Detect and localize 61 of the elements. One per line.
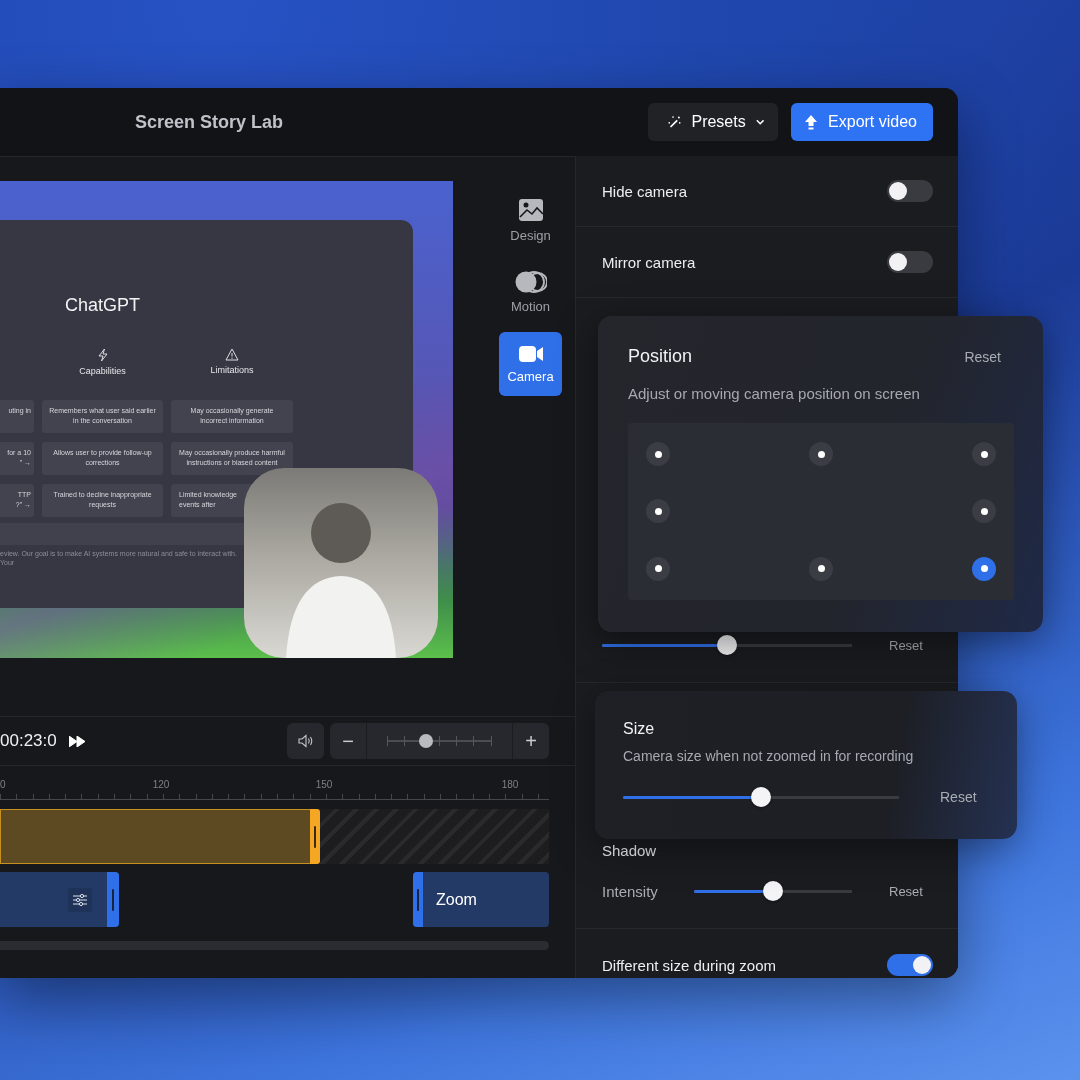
position-option[interactable] bbox=[972, 499, 996, 523]
setting-label: Mirror camera bbox=[602, 253, 696, 271]
side-tab[interactable]: Design bbox=[499, 188, 562, 252]
ruler-label: 120 bbox=[152, 779, 170, 790]
warning-icon bbox=[225, 348, 239, 361]
playback-time: 00:23:0 bbox=[0, 731, 57, 751]
upload-arrow-icon bbox=[804, 114, 819, 130]
segment-handle[interactable] bbox=[413, 872, 423, 927]
magic-wand-icon bbox=[668, 114, 682, 130]
segment-label: Zoom bbox=[436, 890, 477, 909]
column-heading: Capabilities bbox=[79, 366, 126, 376]
position-option[interactable] bbox=[646, 442, 670, 466]
volume-button[interactable] bbox=[287, 723, 324, 759]
card-title: Size bbox=[623, 719, 656, 739]
section-heading: Shadow bbox=[601, 841, 658, 861]
position-option[interactable] bbox=[809, 442, 833, 466]
slider-thumb[interactable] bbox=[717, 635, 737, 655]
export-video-button[interactable]: Export video bbox=[791, 103, 933, 141]
segment-settings-button[interactable] bbox=[68, 887, 92, 912]
position-option[interactable] bbox=[809, 556, 833, 581]
app-title: Screen Story Lab bbox=[135, 111, 284, 133]
video-camera-icon bbox=[517, 344, 544, 363]
reset-link[interactable]: Reset bbox=[889, 637, 923, 653]
speaker-icon bbox=[297, 734, 314, 748]
card-title: Position bbox=[628, 346, 693, 367]
clip-handle[interactable] bbox=[310, 809, 320, 864]
reset-link[interactable]: Reset bbox=[889, 883, 923, 899]
reset-link[interactable]: Reset bbox=[964, 348, 1001, 365]
card-description: Adjust or moving camera position on screen bbox=[628, 385, 921, 402]
zoom-out-button[interactable]: − bbox=[330, 723, 366, 759]
ruler-label: 0 bbox=[0, 779, 6, 790]
chevron-down-icon bbox=[755, 119, 765, 125]
position-option[interactable] bbox=[646, 499, 670, 523]
sliders-icon bbox=[73, 893, 87, 906]
ruler-label: 150 bbox=[315, 779, 333, 790]
setting-label: Hide camera bbox=[602, 182, 688, 200]
segment-handle[interactable] bbox=[107, 872, 119, 927]
setting-label: Different size during zoom bbox=[602, 956, 776, 974]
side-tab[interactable]: Camera bbox=[499, 332, 562, 396]
position-option[interactable] bbox=[646, 556, 670, 581]
zoom-in-button[interactable]: + bbox=[513, 723, 549, 759]
column-heading: Limitations bbox=[210, 365, 254, 375]
fast-forward-icon bbox=[68, 735, 86, 747]
slide-title: ChatGPT bbox=[64, 294, 141, 317]
intensity-label: Intensity bbox=[602, 882, 659, 900]
image-icon bbox=[517, 197, 544, 222]
toggle-switch[interactable] bbox=[887, 954, 933, 976]
slider-thumb[interactable] bbox=[419, 734, 433, 748]
presets-button[interactable]: Presets bbox=[648, 103, 779, 141]
card-description: Camera size when not zoomed in for recording bbox=[623, 748, 915, 764]
position-option[interactable] bbox=[972, 556, 996, 581]
reset-link[interactable]: Reset bbox=[940, 789, 977, 805]
position-option[interactable] bbox=[972, 442, 996, 466]
circles-icon bbox=[514, 270, 547, 293]
lightning-icon bbox=[96, 348, 109, 362]
toggle-switch[interactable] bbox=[887, 180, 933, 202]
slider-thumb[interactable] bbox=[763, 881, 783, 901]
toggle-switch[interactable] bbox=[887, 251, 933, 273]
ruler-label: 180 bbox=[501, 779, 519, 790]
side-tab[interactable]: Motion bbox=[499, 260, 562, 324]
slider-thumb[interactable] bbox=[751, 787, 771, 807]
